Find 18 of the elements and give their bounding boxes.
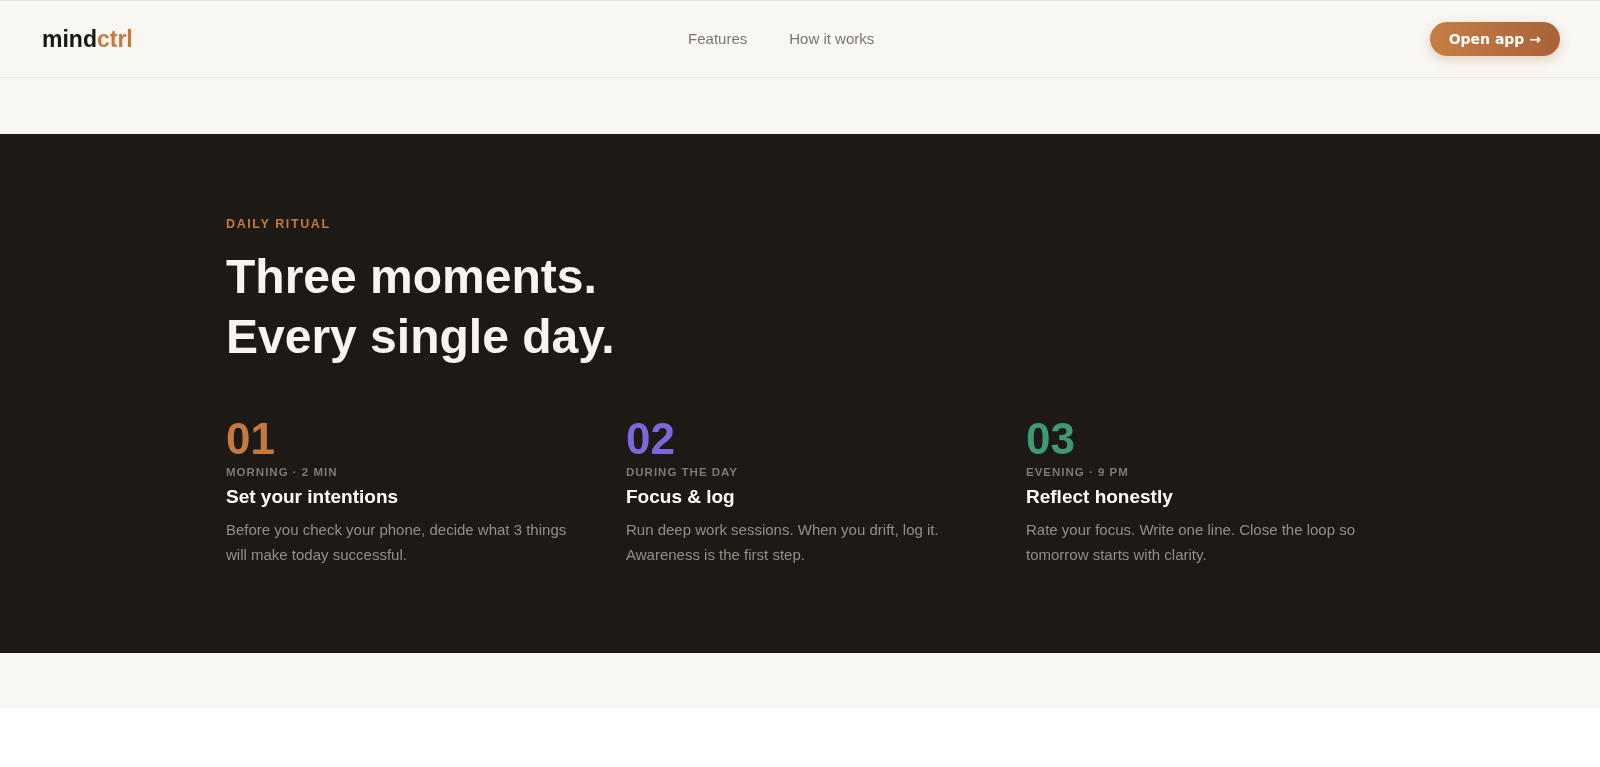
step-description: Rate your focus. Write one line. Close the loop so tomorrow starts with clarity. (1026, 520, 1357, 565)
section-eyebrow: DAILY RITUAL (226, 216, 331, 232)
step-meta: EVENING · 9 PM (1026, 465, 1129, 480)
step-title: Reflect honestly (1026, 485, 1173, 509)
step-number: 03 (1026, 415, 1075, 463)
section-heading: Three moments. Every single day. (226, 249, 615, 365)
logo[interactable]: mindctrl (42, 26, 133, 52)
step-number: 01 (226, 415, 275, 463)
nav-link[interactable]: Features (688, 29, 748, 49)
step-meta: DURING THE DAY (626, 465, 738, 480)
nav-link[interactable]: How it works (789, 29, 875, 49)
step-number: 02 (626, 415, 675, 463)
step-title: Focus & log (626, 485, 735, 509)
step-meta: MORNING · 2 MIN (226, 465, 338, 480)
step-description: Run deep work sessions. When you drift, log it. Awareness is the first step. (626, 520, 940, 565)
step-description: Before you check your phone, decide what 3 things will make today successful. (226, 520, 568, 565)
step-title: Set your intentions (226, 485, 399, 509)
open-app-button[interactable]: Open app → (1429, 22, 1560, 56)
